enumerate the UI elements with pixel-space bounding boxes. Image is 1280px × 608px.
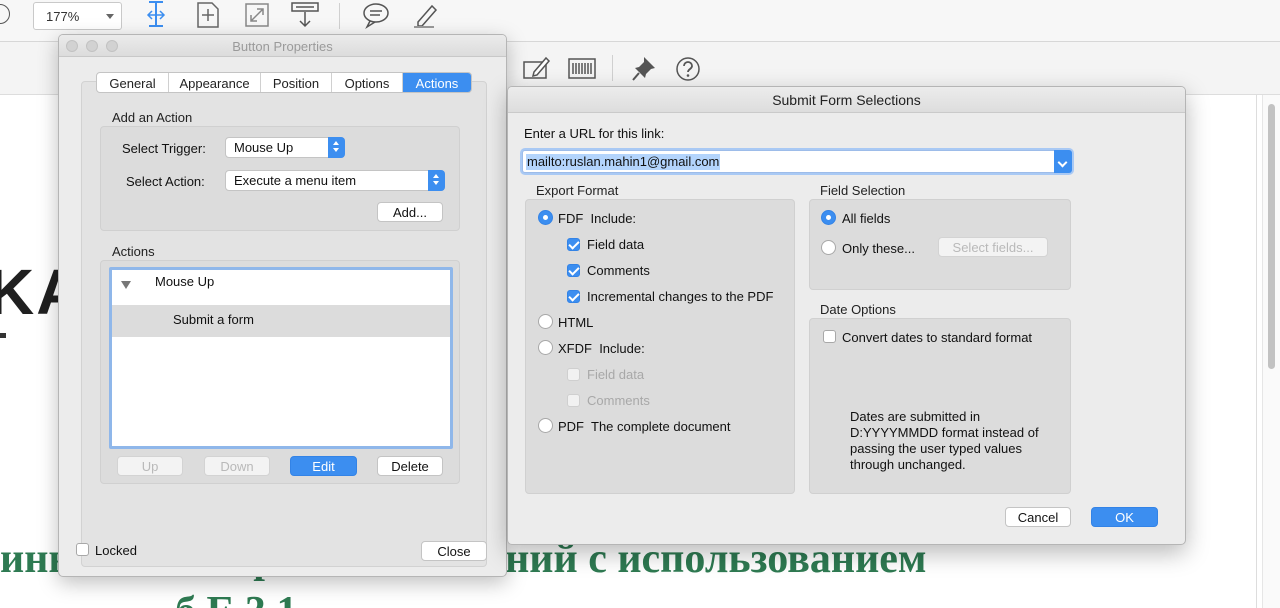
close-window-icon[interactable] bbox=[66, 40, 78, 52]
xfdf-label: XFDF Include: bbox=[558, 341, 645, 356]
html-radio[interactable] bbox=[538, 314, 553, 329]
fdf-comments-checkbox[interactable] bbox=[567, 264, 580, 277]
document-dash-fragment bbox=[0, 333, 6, 338]
popup-arrow-icon bbox=[428, 170, 445, 191]
all-fields-radio[interactable] bbox=[821, 210, 836, 225]
comment-icon[interactable] bbox=[362, 0, 392, 30]
tree-selected-row[interactable]: Submit a form bbox=[112, 305, 450, 337]
export-format-heading: Export Format bbox=[536, 183, 619, 198]
fdf-label: FDF Include: bbox=[558, 211, 637, 226]
tab-appearance[interactable]: Appearance bbox=[169, 73, 261, 92]
field-selection-heading: Field Selection bbox=[820, 183, 906, 198]
locked-checkbox[interactable] bbox=[76, 543, 89, 556]
select-trigger-label: Select Trigger: bbox=[122, 141, 206, 156]
convert-dates-label: Convert dates to standard format bbox=[842, 330, 1033, 345]
delete-button[interactable]: Delete bbox=[377, 456, 443, 476]
fdf-incremental-label: Incremental changes to the PDF bbox=[587, 289, 774, 304]
tab-bar: General Appearance Position Options Acti… bbox=[96, 72, 472, 93]
scrollbar-thumb[interactable] bbox=[1268, 104, 1275, 369]
xfdf-comments-label: Comments bbox=[587, 393, 650, 408]
disclosure-triangle-icon[interactable] bbox=[121, 281, 131, 289]
popup-arrow-icon bbox=[328, 137, 345, 158]
actions-tree[interactable]: Mouse Up Submit a form bbox=[109, 267, 453, 449]
pdf-radio[interactable] bbox=[538, 418, 553, 433]
convert-dates-checkbox[interactable] bbox=[823, 330, 836, 343]
add-action-heading: Add an Action bbox=[112, 110, 193, 125]
fdf-radio[interactable] bbox=[538, 210, 553, 225]
window-title: Button Properties bbox=[59, 35, 506, 57]
xfdf-field-data-checkbox[interactable] bbox=[567, 368, 580, 381]
toolbar-separator-2 bbox=[612, 55, 613, 81]
highlight-pen-icon[interactable] bbox=[410, 0, 440, 30]
submit-form-dialog: Submit Form Selections Enter a URL for t… bbox=[507, 86, 1186, 545]
xfdf-radio[interactable] bbox=[538, 340, 553, 355]
xfdf-field-data-label: Field data bbox=[587, 367, 645, 382]
select-action-label: Select Action: bbox=[126, 174, 205, 189]
toolbar-separator bbox=[339, 3, 340, 29]
tab-actions[interactable]: Actions bbox=[403, 73, 471, 92]
fdf-field-data-checkbox[interactable] bbox=[567, 238, 580, 251]
zoom-select[interactable]: 177% bbox=[33, 2, 122, 30]
dates-note: Dates are submitted in D:YYYYMMDD format… bbox=[850, 409, 1039, 472]
fdf-comments-label: Comments bbox=[587, 263, 650, 278]
tab-position[interactable]: Position bbox=[261, 73, 332, 92]
move-down-button[interactable]: Down bbox=[204, 456, 270, 476]
tree-action-item[interactable]: Submit a form bbox=[173, 312, 254, 327]
dialog-title: Submit Form Selections bbox=[508, 87, 1185, 113]
barcode-icon[interactable] bbox=[567, 54, 597, 84]
tree-trigger-item[interactable]: Mouse Up bbox=[155, 274, 214, 289]
ok-button[interactable]: OK bbox=[1091, 507, 1158, 527]
close-button[interactable]: Close bbox=[421, 541, 487, 561]
help-icon[interactable] bbox=[673, 54, 703, 84]
pdf-label: PDF The complete document bbox=[558, 419, 731, 434]
tab-general[interactable]: General bbox=[97, 73, 169, 92]
scroll-mode-icon[interactable] bbox=[290, 0, 320, 30]
all-fields-label: All fields bbox=[842, 211, 891, 226]
zoom-window-icon[interactable] bbox=[106, 40, 118, 52]
cancel-button[interactable]: Cancel bbox=[1005, 507, 1071, 527]
only-these-label: Only these... bbox=[842, 241, 915, 256]
url-combobox[interactable]: mailto:ruslan.mahin1@gmail.com bbox=[522, 150, 1072, 173]
only-these-radio[interactable] bbox=[821, 240, 836, 255]
add-action-button[interactable]: Add... bbox=[377, 202, 443, 222]
date-options-heading: Date Options bbox=[820, 302, 896, 317]
full-screen-icon[interactable] bbox=[242, 0, 272, 30]
locked-label: Locked bbox=[95, 543, 137, 558]
move-up-button[interactable]: Up bbox=[117, 456, 183, 476]
select-trigger-popup[interactable]: Mouse Up bbox=[225, 137, 345, 158]
document-green-line-2: б Е 3.1 bbox=[175, 588, 298, 608]
actions-heading: Actions bbox=[112, 244, 155, 259]
select-action-popup[interactable]: Execute a menu item bbox=[225, 170, 445, 191]
url-value[interactable]: mailto:ruslan.mahin1@gmail.com bbox=[526, 154, 721, 170]
pin-icon[interactable] bbox=[630, 54, 660, 84]
sign-icon[interactable] bbox=[522, 54, 552, 84]
page-edge bbox=[1256, 95, 1257, 608]
html-label: HTML bbox=[558, 315, 594, 330]
select-fields-button[interactable]: Select fields... bbox=[938, 237, 1048, 257]
fdf-incremental-checkbox[interactable] bbox=[567, 290, 580, 303]
minimize-window-icon[interactable] bbox=[86, 40, 98, 52]
chevron-down-icon[interactable] bbox=[1054, 150, 1072, 173]
fit-page-icon[interactable] bbox=[193, 0, 223, 30]
fdf-field-data-label: Field data bbox=[587, 237, 645, 252]
button-properties-window: Button Properties General Appearance Pos… bbox=[58, 34, 507, 577]
select-text-icon[interactable] bbox=[141, 0, 171, 30]
url-label: Enter a URL for this link: bbox=[524, 126, 665, 141]
tab-options[interactable]: Options bbox=[332, 73, 403, 92]
edit-button[interactable]: Edit bbox=[290, 456, 357, 476]
xfdf-comments-checkbox[interactable] bbox=[567, 394, 580, 407]
